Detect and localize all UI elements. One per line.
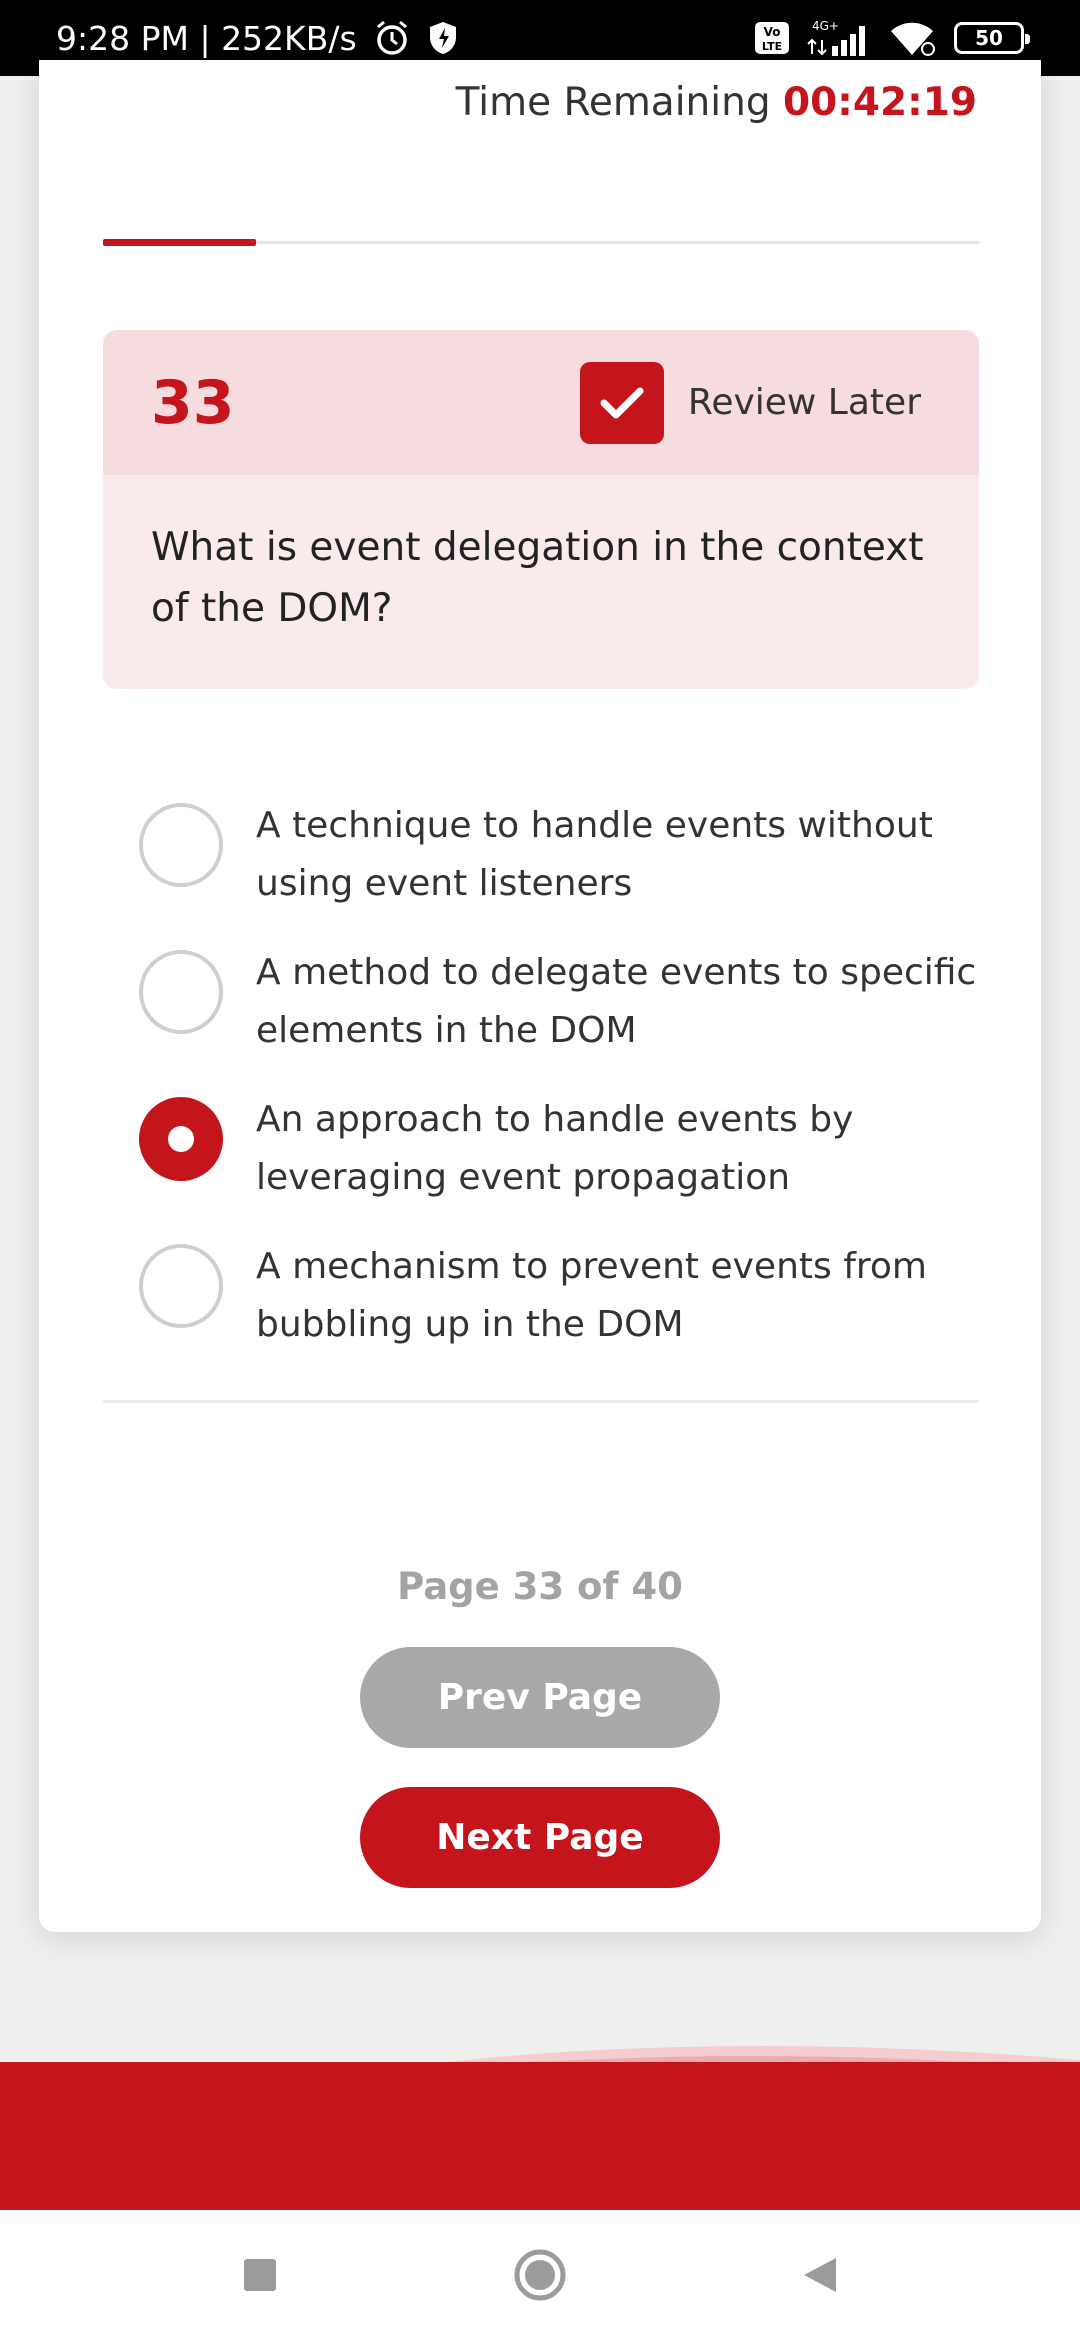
status-right: Vo LTE 4G+ 50 bbox=[754, 18, 1030, 58]
triangle-back-icon[interactable] bbox=[790, 2245, 850, 2305]
wifi-icon bbox=[888, 19, 938, 57]
option-text: A technique to handle events without usi… bbox=[256, 805, 933, 904]
answer-options: A technique to handle events without usi… bbox=[139, 795, 979, 1383]
time-remaining: Time Remaining 00:42:19 bbox=[456, 80, 977, 125]
radio-button-selected[interactable] bbox=[139, 1097, 223, 1181]
question-box: 33 Review Later What is event delegation… bbox=[103, 330, 979, 689]
progress-bar bbox=[103, 239, 979, 246]
page-indicator: Page 33 of 40 bbox=[397, 1565, 683, 1608]
quiz-card: Time Remaining 00:42:19 33 Review Later … bbox=[39, 60, 1041, 1932]
question-number: 33 bbox=[151, 367, 235, 438]
option-text: An approach to handle events by leveragi… bbox=[256, 1099, 854, 1198]
radio-button[interactable] bbox=[139, 1244, 223, 1328]
svg-text:LTE: LTE bbox=[762, 40, 782, 53]
circle-home-icon[interactable] bbox=[510, 2245, 570, 2305]
navigation-bar bbox=[0, 2210, 1080, 2340]
radio-button[interactable] bbox=[139, 950, 223, 1034]
prev-page-button[interactable]: Prev Page bbox=[360, 1647, 720, 1748]
radio-button[interactable] bbox=[139, 803, 223, 887]
answer-option[interactable]: A mechanism to prevent events from bubbl… bbox=[139, 1236, 979, 1354]
review-later-label: Review Later bbox=[687, 382, 921, 423]
status-left: 9:28 PM | 252KB/s bbox=[56, 19, 459, 58]
review-later-toggle[interactable]: Review Later bbox=[579, 361, 921, 444]
svg-text:Vo: Vo bbox=[764, 25, 781, 39]
option-text: A method to delegate events to specific … bbox=[256, 952, 977, 1051]
progress-fill bbox=[103, 239, 257, 246]
status-time: 9:28 PM | 252KB/s bbox=[56, 18, 357, 58]
answer-option[interactable]: A technique to handle events without usi… bbox=[139, 795, 979, 913]
question-text: What is event delegation in the context … bbox=[103, 475, 979, 689]
time-remaining-value: 00:42:19 bbox=[782, 80, 977, 125]
alarm-icon bbox=[373, 19, 411, 57]
battery-icon: 50 bbox=[954, 22, 1030, 54]
time-remaining-label: Time Remaining bbox=[455, 80, 783, 125]
answer-option[interactable]: A method to delegate events to specific … bbox=[139, 942, 979, 1060]
answer-option[interactable]: An approach to handle events by leveragi… bbox=[139, 1089, 979, 1207]
question-header: 33 Review Later bbox=[103, 330, 979, 475]
next-page-button[interactable]: Next Page bbox=[360, 1787, 720, 1888]
shield-icon bbox=[427, 20, 459, 56]
option-text: A mechanism to prevent events from bubbl… bbox=[256, 1246, 927, 1345]
signal-icon: 4G+ bbox=[806, 18, 872, 58]
checkbox-checked-icon[interactable] bbox=[579, 361, 664, 444]
volte-icon: Vo LTE bbox=[754, 21, 790, 55]
square-recents-icon[interactable] bbox=[230, 2245, 290, 2305]
footer-band bbox=[0, 2062, 1080, 2210]
divider bbox=[103, 1400, 979, 1403]
svg-text:4G+: 4G+ bbox=[812, 19, 839, 33]
battery-level: 50 bbox=[975, 26, 1003, 50]
